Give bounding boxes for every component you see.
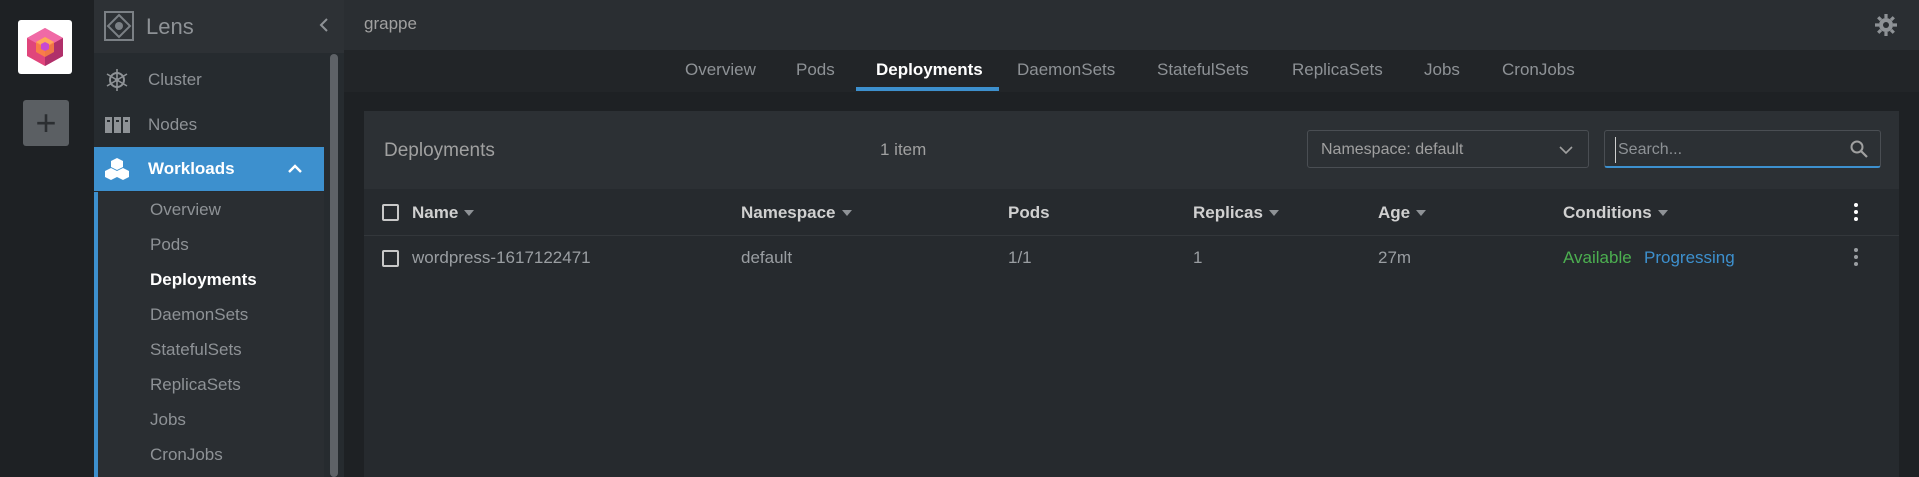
submenu-item-cronjobs[interactable]: CronJobs: [150, 445, 223, 465]
sidebar-header: Lens: [94, 0, 344, 53]
column-header-namespace[interactable]: Namespace: [741, 203, 852, 223]
column-header-replicas[interactable]: Replicas: [1193, 203, 1279, 223]
workload-tabs: Overview Pods Deployments DaemonSets Sta…: [344, 50, 1919, 92]
panel-header: Deployments 1 item Namespace: default: [364, 111, 1899, 189]
cell-namespace: default: [741, 248, 793, 267]
sidebar-item-cluster[interactable]: Cluster: [94, 58, 324, 102]
submenu-item-daemonsets[interactable]: DaemonSets: [150, 305, 248, 325]
plus-icon: +: [35, 102, 57, 143]
items-count: 1 item: [880, 140, 927, 159]
sidebar-item-workloads[interactable]: Workloads: [94, 147, 324, 191]
tab-statefulsets[interactable]: StatefulSets: [1157, 60, 1249, 80]
tab-jobs[interactable]: Jobs: [1424, 60, 1460, 80]
nodes-icon: [105, 117, 130, 133]
sort-caret-icon: [1268, 210, 1279, 216]
sidebar-item-label: Cluster: [148, 70, 202, 89]
submenu-item-pods[interactable]: Pods: [150, 235, 189, 255]
sidebar: Lens Cluster Nodes Overview Pods Deploym…: [94, 0, 344, 477]
submenu-item-overview[interactable]: Overview: [150, 200, 221, 220]
submenu-item-statefulsets[interactable]: StatefulSets: [150, 340, 242, 360]
page-title: Deployments: [384, 140, 495, 161]
cluster-name: grappe: [364, 14, 417, 33]
sort-caret-icon: [1416, 210, 1427, 216]
condition-progressing: Progressing: [1644, 248, 1735, 267]
deployments-panel: Deployments 1 item Namespace: default Na…: [364, 111, 1899, 477]
row-checkbox[interactable]: [382, 250, 399, 267]
add-cluster-button[interactable]: +: [23, 100, 69, 146]
tab-overview[interactable]: Overview: [685, 60, 756, 80]
column-label: Pods: [1008, 203, 1050, 222]
gear-icon[interactable]: [1874, 13, 1898, 37]
cluster-avatar-icon[interactable]: [18, 20, 72, 74]
cell-age: 27m: [1378, 248, 1412, 267]
tab-deployments[interactable]: Deployments: [876, 60, 983, 80]
search-icon[interactable]: [1849, 139, 1869, 159]
column-header-name[interactable]: Name: [412, 203, 475, 223]
namespace-select-value: Namespace: default: [1321, 141, 1464, 158]
sidebar-item-label: Nodes: [148, 115, 198, 134]
topbar: grappe: [344, 0, 1919, 50]
submenu-item-replicasets[interactable]: ReplicaSets: [150, 375, 241, 395]
chevron-up-icon[interactable]: [286, 160, 304, 178]
column-header-conditions[interactable]: Conditions: [1563, 203, 1668, 223]
column-label: Conditions: [1563, 203, 1652, 222]
sidebar-scrollbar[interactable]: [330, 54, 338, 477]
chevron-down-icon: [1559, 146, 1573, 155]
sort-caret-icon: [1657, 210, 1668, 216]
cell-replicas: 1: [1193, 248, 1203, 267]
lens-logo-icon: [104, 11, 134, 41]
tab-replicasets[interactable]: ReplicaSets: [1292, 60, 1383, 80]
column-label: Namespace: [741, 203, 836, 222]
search-input[interactable]: [1615, 137, 1845, 163]
tab-pods[interactable]: Pods: [796, 60, 835, 80]
tab-daemonsets[interactable]: DaemonSets: [1017, 60, 1115, 80]
cell-pods: 1/1: [1008, 248, 1032, 267]
workloads-cubes-icon: [105, 158, 129, 180]
active-tab-indicator: [856, 87, 999, 91]
submenu-item-deployments[interactable]: Deployments: [150, 270, 257, 290]
condition-available: Available: [1563, 248, 1632, 267]
hotbar: +: [0, 0, 94, 477]
select-all-checkbox[interactable]: [382, 204, 399, 221]
submenu-item-jobs[interactable]: Jobs: [150, 410, 186, 430]
sidebar-item-label: Workloads: [148, 159, 235, 178]
collapse-sidebar-icon[interactable]: [312, 13, 336, 37]
column-header-pods: Pods: [1008, 203, 1050, 223]
sort-caret-icon: [841, 210, 852, 216]
column-label: Name: [412, 203, 459, 222]
cell-name: wordpress-1617122471: [412, 248, 591, 267]
row-menu-icon[interactable]: [1854, 248, 1858, 269]
search-box[interactable]: [1604, 130, 1881, 168]
sort-caret-icon: [464, 210, 475, 216]
sidebar-item-nodes[interactable]: Nodes: [94, 103, 324, 147]
namespace-select[interactable]: Namespace: default: [1307, 130, 1589, 168]
table-header: Name Namespace Pods Replicas Age Conditi…: [364, 189, 1899, 236]
app-title: Lens: [146, 14, 194, 39]
table-row[interactable]: wordpress-1617122471 default 1/1 1 27m A…: [364, 236, 1899, 280]
helm-wheel-icon: [106, 69, 128, 91]
workloads-submenu: Overview Pods Deployments DaemonSets Sta…: [98, 192, 324, 477]
column-menu-icon[interactable]: [1854, 203, 1858, 224]
column-label: Age: [1378, 203, 1411, 222]
tab-cronjobs[interactable]: CronJobs: [1502, 60, 1575, 80]
column-label: Replicas: [1193, 203, 1263, 222]
column-header-age[interactable]: Age: [1378, 203, 1427, 223]
